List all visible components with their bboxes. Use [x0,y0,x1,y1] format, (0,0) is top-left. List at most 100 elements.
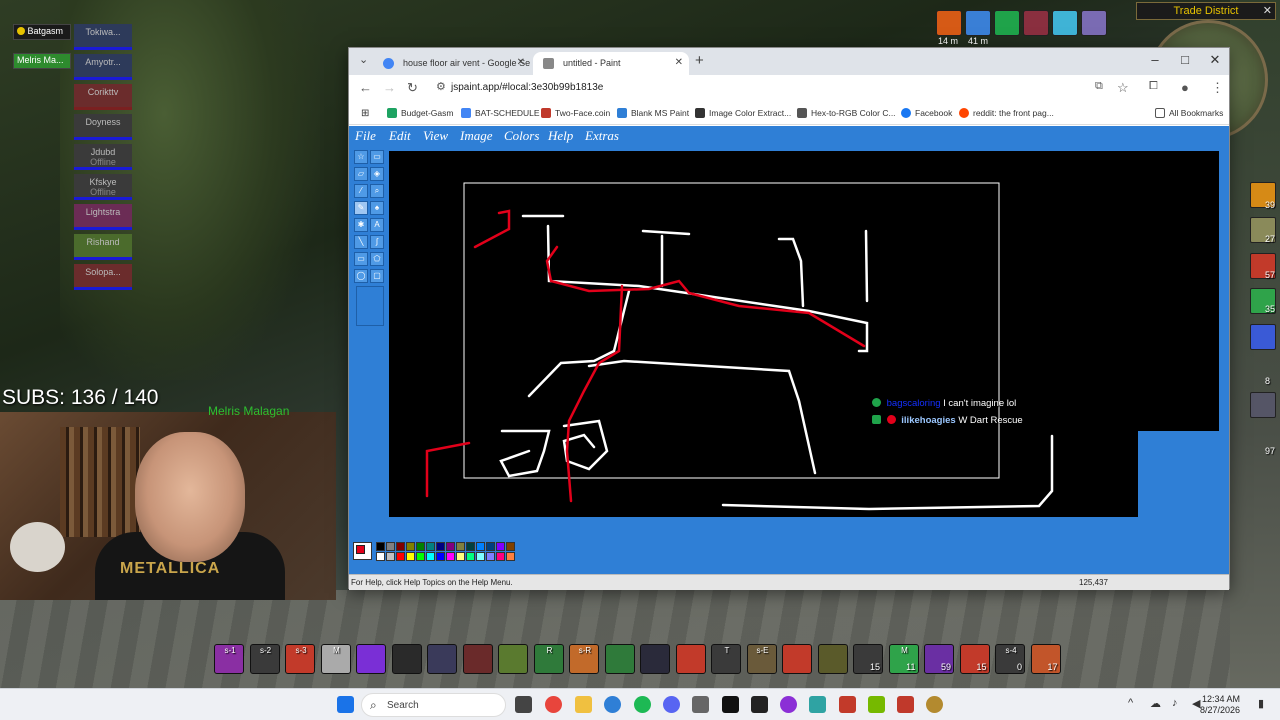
polygon-tool[interactable]: ⬠ [370,252,384,266]
raid-frame-2[interactable]: Melris Ma... [13,53,71,69]
action-slot[interactable]: 15 [853,644,883,674]
maximize-button[interactable]: □ [1175,52,1195,67]
nvidia-icon[interactable] [868,696,885,713]
palette-swatch[interactable] [446,542,455,551]
forward-icon[interactable]: → [383,80,396,95]
action-slot[interactable]: 59 [924,644,954,674]
profile-icon[interactable]: ● [1181,80,1189,95]
text-tool[interactable]: A [370,218,384,232]
taskbar-search[interactable]: ⌕ Search [361,693,506,717]
app-icon[interactable] [897,696,914,713]
palette-swatch[interactable] [466,552,475,561]
drawing-canvas[interactable] [389,151,1138,517]
start-icon[interactable] [337,696,354,713]
action-slot[interactable]: M [320,644,351,674]
chrome-icon[interactable] [545,696,562,713]
discord-icon[interactable] [663,696,680,713]
palette-swatch[interactable] [416,542,425,551]
star-icon[interactable]: ☆ [1117,80,1129,96]
menu-view[interactable]: View [423,128,448,144]
eraser-tool[interactable]: ▱ [354,167,368,181]
palette-swatch[interactable] [386,542,395,551]
bookmark[interactable]: Budget-Gasm [387,108,453,118]
action-slot[interactable]: M 11 [888,644,919,674]
microphone-icon[interactable]: ♪ [1172,697,1178,709]
reload-icon[interactable]: ↻ [407,80,418,96]
bookmark[interactable]: Facebook [901,108,952,118]
action-slot[interactable]: 17 [1030,644,1061,674]
action-slot[interactable] [604,644,635,674]
notification-icon[interactable]: ▮ [1258,697,1264,710]
action-slot[interactable]: s-4 0 [995,644,1025,674]
buff-icon[interactable] [1081,10,1107,36]
tool-options[interactable] [356,286,384,326]
action-slot[interactable] [498,644,528,674]
palette-swatch[interactable] [436,542,445,551]
party-frame[interactable]: Kfskye Offline [74,174,132,200]
buff-icon[interactable] [965,10,991,36]
airbrush-tool[interactable]: ✱ [354,218,368,232]
palette-swatch[interactable] [406,552,415,561]
system-clock[interactable]: 12:34 AM 8/27/2026 [1196,694,1240,716]
action-slot[interactable]: s-3 [285,644,315,674]
battle-net-icon[interactable] [926,696,943,713]
capcut-icon[interactable] [722,696,739,713]
close-icon[interactable]: ✕ [675,57,683,68]
menu-icon[interactable]: ⋮ [1211,80,1224,96]
action-slot[interactable]: s-1 [214,644,244,674]
palette-swatch[interactable] [456,542,465,551]
free-select-tool[interactable]: ☆ [354,150,368,164]
obs-icon[interactable] [780,696,797,713]
tab-google-search[interactable]: house floor air vent - Google Se ✕ [373,52,531,75]
palette-swatch[interactable] [466,542,475,551]
action-icon[interactable] [1250,324,1276,350]
cloud-icon[interactable]: ☁ [1150,697,1161,710]
party-frame[interactable]: Rishand [74,234,132,260]
palette-swatch[interactable] [486,552,495,561]
menu-edit[interactable]: Edit [389,128,411,144]
palette-swatch[interactable] [446,552,455,561]
minimize-button[interactable]: – [1145,52,1165,67]
pencil-tool[interactable]: ✎ [354,201,368,215]
menu-help[interactable]: Help [548,128,573,144]
foreground-color[interactable] [356,545,365,554]
all-bookmarks[interactable]: All Bookmarks [1155,108,1223,118]
app-icon[interactable] [751,696,768,713]
new-tab-button[interactable]: + [695,52,704,69]
apps-icon[interactable]: ⊞ [361,108,369,119]
palette-swatch[interactable] [496,552,505,561]
palette-swatch[interactable] [416,552,425,561]
app-icon[interactable] [839,696,856,713]
palette-swatch[interactable] [426,552,435,561]
party-frame[interactable]: Lightstra [74,204,132,230]
bookmark[interactable]: Image Color Extract... [695,108,791,118]
bookmark[interactable]: BAT-SCHEDULE [461,108,540,118]
install-app-icon[interactable]: ⧉ [1095,80,1103,93]
calculator-icon[interactable] [692,696,709,713]
curve-tool[interactable]: ∫ [370,235,384,249]
palette-swatch[interactable] [376,542,385,551]
palette-swatch[interactable] [496,542,505,551]
current-colors[interactable] [353,542,372,560]
party-frame[interactable]: Corikttv [74,84,132,110]
action-slot[interactable]: T [711,644,741,674]
close-icon[interactable]: ✕ [1263,4,1272,17]
pick-color-tool[interactable]: ⁄ [354,184,368,198]
action-slot[interactable]: s-E [746,644,777,674]
menu-extras[interactable]: Extras [585,128,619,144]
action-icon[interactable] [1250,392,1276,418]
palette-swatch[interactable] [456,552,465,561]
bookmark[interactable]: Two-Face.coin [541,108,610,118]
palette-swatch[interactable] [426,542,435,551]
magnifier-tool[interactable]: ⌕ [370,184,384,198]
party-frame[interactable]: Doyness [74,114,132,140]
palette-swatch[interactable] [406,542,415,551]
action-slot[interactable] [817,644,848,674]
chevron-down-icon[interactable]: ⌄ [359,53,368,66]
palette-swatch[interactable] [376,552,385,561]
action-slot[interactable] [391,644,422,674]
action-slot[interactable]: 15 [959,644,990,674]
action-slot[interactable] [675,644,706,674]
party-frame[interactable]: Jdubd Offline [74,144,132,170]
rectangle-tool[interactable]: ▭ [354,252,368,266]
